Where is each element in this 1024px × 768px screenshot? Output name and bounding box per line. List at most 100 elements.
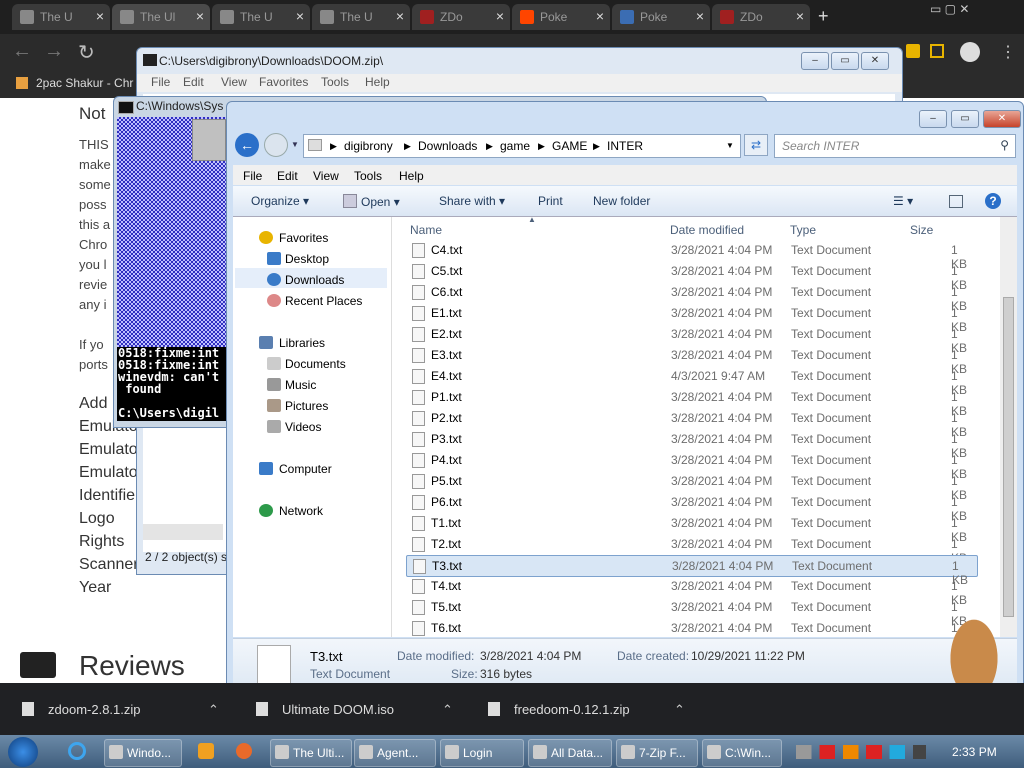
address-dropdown-chevron-icon[interactable]: ▼ (726, 141, 734, 150)
clock[interactable]: 2:33 PM (952, 745, 997, 759)
taskbar-button[interactable]: Agent... (354, 739, 436, 767)
browser-tab[interactable]: Poke × (612, 4, 710, 30)
menu-item[interactable]: Edit (277, 169, 298, 183)
search-input[interactable]: Search INTER ⚲ (774, 134, 1016, 158)
close-button[interactable]: ✕ (861, 52, 889, 70)
chevron-up-icon[interactable]: ⌃ (208, 702, 219, 718)
file-list-scrollbar[interactable] (1000, 217, 1017, 637)
file-row[interactable]: T6.txt3/28/2021 4:04 PMText Document1 KB (406, 618, 976, 637)
nav-computer[interactable]: Computer (279, 462, 332, 476)
file-row[interactable]: T1.txt 3/28/2021 4:04 PM Text Document 1 KB (406, 513, 976, 544)
file-row[interactable]: P1.txt 3/28/2021 4:04 PM Text Document 1 KB (406, 387, 976, 418)
tab-close-icon[interactable]: × (596, 8, 604, 24)
breadcrumb-item[interactable]: GAME (552, 139, 587, 153)
taskbar-button[interactable]: Login (440, 739, 524, 767)
tab-close-icon[interactable]: × (696, 8, 704, 24)
nav-music[interactable]: Music (285, 378, 316, 392)
file-row[interactable]: E3.txt 3/28/2021 4:04 PM Text Document 1 KB (406, 345, 976, 376)
file-row[interactable]: P3.txt 3/28/2021 4:04 PM Text Document 1 KB (406, 429, 976, 460)
column-name[interactable]: Name (410, 223, 442, 237)
file-row[interactable]: T3.txt 3/28/2021 4:04 PM Text Document 1 KB (406, 555, 978, 587)
tab-close-icon[interactable]: × (396, 8, 404, 24)
file-row[interactable]: P5.txt 3/28/2021 4:04 PM Text Document 1 KB (406, 471, 976, 502)
zip-menu-item[interactable]: Help (365, 75, 390, 89)
file-row[interactable]: E2.txt 3/28/2021 4:04 PM Text Document 1 KB (406, 324, 976, 355)
taskbar-button[interactable]: The Ulti... (270, 739, 352, 767)
chevron-up-icon[interactable]: ⌃ (442, 702, 453, 718)
breadcrumb-separator-icon[interactable]: ▶ (593, 141, 600, 152)
nav-network[interactable]: Network (279, 504, 323, 518)
breadcrumb-item[interactable]: digibrony (344, 139, 393, 153)
tab-close-icon[interactable]: × (196, 8, 204, 24)
file-row[interactable]: E4.txt 4/3/2021 9:47 AM Text Document 1 KB (406, 366, 976, 397)
tab-close-icon[interactable]: × (796, 8, 804, 24)
menu-item[interactable]: Help (399, 169, 424, 183)
media-player-icon[interactable] (198, 743, 214, 759)
nav-videos[interactable]: Videos (285, 420, 321, 434)
menu-item[interactable]: View (313, 169, 339, 183)
column-date-modified[interactable]: Date modified (670, 223, 744, 237)
reload-icon[interactable]: ↻ (78, 40, 95, 65)
browser-tab[interactable]: ZDo × (712, 4, 810, 30)
nav-desktop[interactable]: Desktop (285, 252, 329, 266)
nav-recent-places[interactable]: Recent Places (285, 294, 362, 308)
zip-menu-item[interactable]: File (151, 75, 170, 89)
tab-close-icon[interactable]: × (496, 8, 504, 24)
breadcrumb-item[interactable]: game (500, 139, 530, 153)
forward-button[interactable] (264, 133, 288, 157)
nav-downloads[interactable]: Downloads (285, 273, 344, 287)
breadcrumb-separator-icon[interactable]: ▶ (538, 141, 545, 152)
ie-icon[interactable] (68, 742, 86, 760)
taskbar-button[interactable]: 7-Zip F... (616, 739, 698, 767)
file-row[interactable]: P2.txt 3/28/2021 4:04 PM Text Document 1 KB (406, 408, 976, 439)
tab-close-icon[interactable]: × (296, 8, 304, 24)
zip-menu-item[interactable]: View (221, 75, 247, 89)
breadcrumb-separator-icon[interactable]: ▶ (330, 141, 337, 152)
back-arrow-icon[interactable]: ← (12, 40, 32, 63)
explorer-window[interactable]: – ▭ ✕ ← ▼ ▶ digibrony ▶ Downloads ▶ game ▶ GAME… (226, 101, 1024, 697)
back-button[interactable]: ← (235, 133, 259, 157)
app-icon[interactable] (236, 743, 252, 759)
profile-avatar[interactable] (960, 42, 980, 62)
zip-menu-item[interactable]: Favorites (259, 75, 308, 89)
scrollbar-thumb[interactable] (1003, 297, 1014, 617)
browser-tab[interactable]: The U × (212, 4, 310, 30)
breadcrumb-separator-icon[interactable]: ▶ (486, 141, 493, 152)
nav-libraries[interactable]: Libraries (279, 336, 325, 350)
nav-favorites[interactable]: Favorites (279, 231, 328, 245)
file-row[interactable]: P6.txt 3/28/2021 4:04 PM Text Document 1 KB (406, 492, 976, 523)
address-bar[interactable]: ▶ digibrony ▶ Downloads ▶ game ▶ GAME ▶ INTER ▼ (303, 134, 741, 158)
extension-icon-2[interactable] (930, 44, 944, 58)
organize-button[interactable]: Organize ▾ (251, 194, 309, 208)
browser-tab[interactable]: The U × (312, 4, 410, 30)
tab-close-icon[interactable]: × (96, 8, 104, 24)
taskbar-button[interactable]: All Data... (528, 739, 612, 767)
file-row[interactable]: C5.txt 3/28/2021 4:04 PM Text Document 1 KB (406, 261, 976, 292)
menu-item[interactable]: File (243, 169, 262, 183)
help-icon[interactable]: ? (985, 193, 1001, 209)
file-row[interactable]: T5.txt3/28/2021 4:04 PMText Document1 KB (406, 597, 976, 628)
minimize-button[interactable]: – (801, 52, 829, 70)
file-row[interactable]: E1.txt 3/28/2021 4:04 PM Text Document 1 KB (406, 303, 976, 334)
start-button[interactable] (8, 737, 38, 767)
zip-menu-item[interactable]: Tools (321, 75, 349, 89)
minimize-button[interactable]: – (919, 110, 947, 128)
browser-tab[interactable]: ZDo × (412, 4, 510, 30)
browser-tab[interactable]: The Ul × (112, 4, 210, 30)
refresh-button[interactable]: ⇄ (744, 134, 768, 156)
file-row[interactable]: C6.txt 3/28/2021 4:04 PM Text Document 1 KB (406, 282, 976, 313)
maximize-button[interactable]: ▭ (951, 110, 979, 128)
chevron-up-icon[interactable]: ⌃ (674, 702, 685, 718)
column-size[interactable]: Size (910, 223, 933, 237)
maximize-button[interactable]: ▭ (831, 52, 859, 70)
print-button[interactable]: Print (538, 194, 563, 208)
taskbar-button[interactable]: Windo... (104, 739, 182, 767)
download-item[interactable]: Ultimate DOOM.iso ⌃ (256, 702, 453, 717)
menu-item[interactable]: Tools (354, 169, 382, 183)
zip-menu-item[interactable]: Edit (183, 75, 204, 89)
forward-arrow-icon[interactable]: → (44, 40, 64, 63)
taskbar-button[interactable]: C:\Win... (702, 739, 782, 767)
new-folder-button[interactable]: New folder (593, 194, 650, 208)
new-tab-button[interactable]: + (818, 6, 829, 27)
zip-scrollbar[interactable] (143, 524, 223, 540)
